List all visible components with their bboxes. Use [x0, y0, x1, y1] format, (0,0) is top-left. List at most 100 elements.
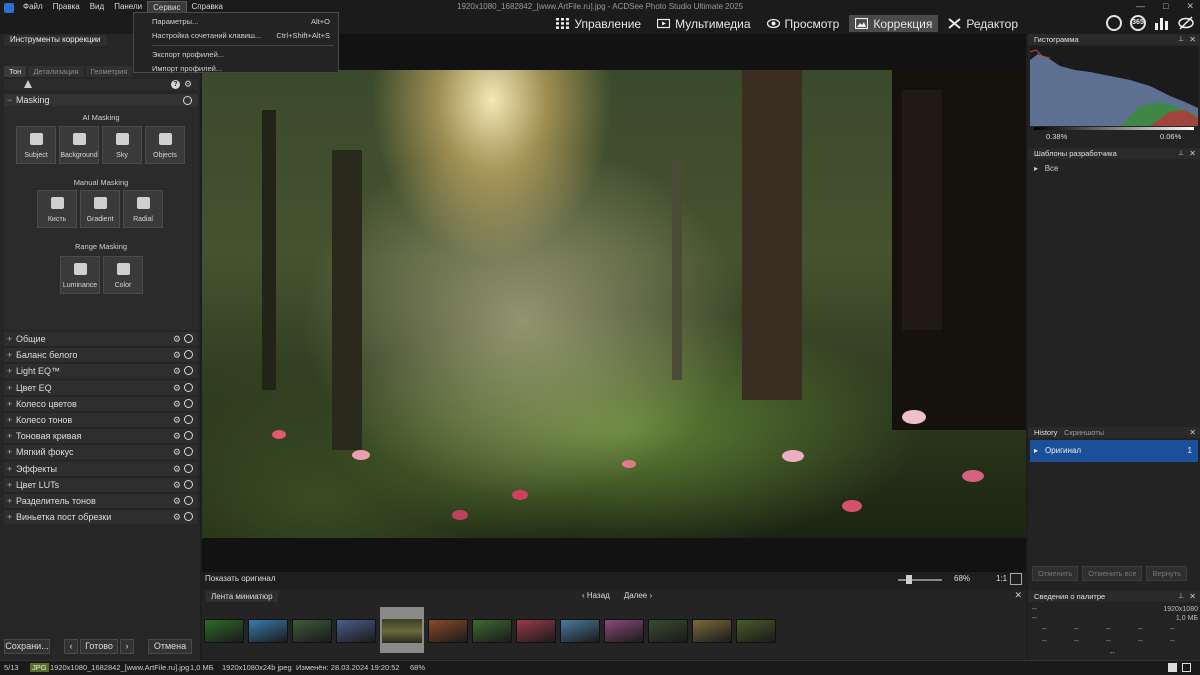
settings-icon[interactable]: ⚙ [184, 80, 192, 89]
luminance-button[interactable]: Luminance [60, 256, 100, 294]
brush-button[interactable]: Кисть [37, 190, 77, 228]
stats-icon[interactable] [1154, 15, 1170, 31]
gear-icon[interactable]: ⚙ [173, 445, 181, 459]
filmstrip-thumbnail[interactable] [692, 619, 732, 643]
filmstrip-thumbnail[interactable] [204, 619, 244, 643]
adj-color-luts[interactable]: + Цвет LUTs ⚙ [4, 477, 198, 492]
back-button[interactable]: ‹ Назад [582, 591, 610, 600]
toggle-icon[interactable] [184, 495, 193, 505]
tab-screenshots[interactable]: Скриншоты [1064, 427, 1104, 438]
close-icon[interactable]: ✕ [1014, 590, 1022, 601]
cancel-button[interactable]: Отмена [148, 639, 192, 654]
background-button[interactable]: Background [59, 126, 99, 164]
adj-general[interactable]: + Общие ⚙ [4, 332, 198, 346]
adj-tone-wheel[interactable]: + Колесо тонов ⚙ [4, 412, 198, 427]
toggle-icon[interactable] [184, 463, 193, 473]
filmstrip-thumbnail[interactable] [248, 619, 288, 643]
toggle-icon[interactable] [183, 96, 192, 105]
image-viewer[interactable] [202, 34, 1026, 572]
color-button[interactable]: Color [103, 256, 143, 294]
toggle-icon[interactable] [184, 350, 193, 360]
masking-header[interactable]: − Masking [4, 94, 198, 106]
forest-photo[interactable] [202, 70, 1026, 538]
maximize-button[interactable]: □ [1163, 1, 1168, 12]
menu-item-shortcuts[interactable]: Настройка сочетаний клавиш... Ctrl+Shift… [134, 29, 338, 43]
filmstrip-thumbnail[interactable] [472, 619, 512, 643]
pin-icon[interactable]: ⊥ [1178, 591, 1184, 602]
gear-icon[interactable]: ⚙ [173, 413, 181, 427]
view-mode-icon[interactable] [1168, 663, 1177, 672]
gradient-button[interactable]: Gradient [80, 190, 120, 228]
warning-icon[interactable] [24, 80, 32, 88]
gear-icon[interactable]: ⚙ [173, 510, 181, 524]
gear-icon[interactable]: ⚙ [173, 478, 181, 492]
zoom-level[interactable]: 68% [954, 574, 970, 583]
toggle-icon[interactable] [184, 447, 193, 457]
redo-button[interactable]: Вернуть [1146, 566, 1188, 581]
zoom-slider-handle[interactable] [906, 575, 912, 584]
globe-icon[interactable] [1106, 15, 1122, 31]
toggle-icon[interactable] [184, 431, 193, 441]
fit-screen-icon[interactable] [1010, 573, 1022, 585]
undo-all-button[interactable]: Отменить все [1082, 566, 1143, 581]
pin-icon[interactable]: ⊥ [1178, 34, 1184, 45]
gear-icon[interactable]: ⚙ [173, 364, 181, 378]
mode-develop[interactable]: Коррекция [849, 15, 939, 32]
filmstrip-thumbnail[interactable] [604, 619, 644, 643]
sky-button[interactable]: Sky [102, 126, 142, 164]
prev-button[interactable]: ‹ [64, 639, 78, 654]
mode-manage[interactable]: Управление [550, 15, 647, 32]
zoom-one-to-one[interactable]: 1:1 [996, 574, 1007, 583]
mode-media[interactable]: Мультимедиа [651, 15, 756, 32]
360-icon[interactable]: 365 [1130, 15, 1146, 31]
gear-icon[interactable]: ⚙ [173, 494, 181, 508]
help-icon[interactable]: ? [171, 80, 180, 89]
filmstrip-thumbnail[interactable] [736, 619, 776, 643]
mode-editor[interactable]: Редактор [942, 15, 1024, 32]
next-button[interactable]: › [120, 639, 134, 654]
toggle-icon[interactable] [184, 382, 193, 392]
filmstrip-thumbnail[interactable] [380, 607, 424, 653]
close-icon[interactable]: ✕ [1189, 427, 1196, 438]
adj-soft-focus[interactable]: + Мягкий фокус ⚙ [4, 445, 198, 460]
toggle-icon[interactable] [184, 334, 193, 343]
filmstrip-thumbnail[interactable] [560, 619, 600, 643]
forward-button[interactable]: Далее › [624, 591, 652, 600]
gear-icon[interactable]: ⚙ [173, 332, 181, 346]
pin-icon[interactable]: ⊥ [1178, 148, 1184, 159]
tab-history[interactable]: History [1034, 427, 1057, 438]
filmstrip-thumbnail[interactable] [648, 619, 688, 643]
menu-item-export-profiles[interactable]: Экспорт профилей... [134, 48, 338, 62]
minimize-button[interactable]: — [1136, 1, 1145, 12]
filmstrip-thumbnail[interactable] [516, 619, 556, 643]
filmstrip-thumbnail[interactable] [428, 619, 468, 643]
close-window-button[interactable]: ✕ [1186, 1, 1194, 12]
tab-geometry[interactable]: Геометрия [85, 66, 133, 77]
menu-item-options[interactable]: Параметры... Alt+O [134, 15, 338, 29]
adj-white-balance[interactable]: + Баланс белого ⚙ [4, 348, 198, 363]
undo-button[interactable]: Отменить [1032, 566, 1079, 581]
close-icon[interactable]: ✕ [1189, 591, 1196, 602]
show-original-button[interactable]: Показать оригинал [205, 574, 276, 583]
adj-light-eq[interactable]: + Light EQ™ ⚙ [4, 364, 198, 379]
eye-slash-icon[interactable] [1178, 15, 1194, 31]
zoom-slider[interactable] [898, 579, 942, 581]
close-icon[interactable]: ✕ [1189, 148, 1196, 159]
gear-icon[interactable]: ⚙ [173, 397, 181, 411]
filmstrip-thumbnail[interactable] [336, 619, 376, 643]
gear-icon[interactable]: ⚙ [173, 348, 181, 362]
toggle-icon[interactable] [184, 414, 193, 424]
objects-button[interactable]: Objects [145, 126, 185, 164]
gear-icon[interactable]: ⚙ [173, 429, 181, 443]
mode-view[interactable]: Просмотр [761, 15, 846, 32]
history-item-original[interactable]: ▸ Оригинал 1 [1030, 440, 1198, 462]
adj-color-eq[interactable]: + Цвет EQ ⚙ [4, 380, 198, 395]
presets-all-item[interactable]: ▸ Все [1034, 164, 1058, 173]
adj-split-tone[interactable]: + Разделитель тонов ⚙ [4, 493, 198, 508]
radial-button[interactable]: Radial [123, 190, 163, 228]
adj-post-crop-vignette[interactable]: + Виньетка пост обрезки ⚙ [4, 510, 198, 525]
toggle-icon[interactable] [184, 398, 193, 408]
adj-color-wheel[interactable]: + Колесо цветов ⚙ [4, 396, 198, 411]
layout-icon[interactable] [1182, 663, 1191, 672]
filmstrip-thumbnail[interactable] [292, 619, 332, 643]
